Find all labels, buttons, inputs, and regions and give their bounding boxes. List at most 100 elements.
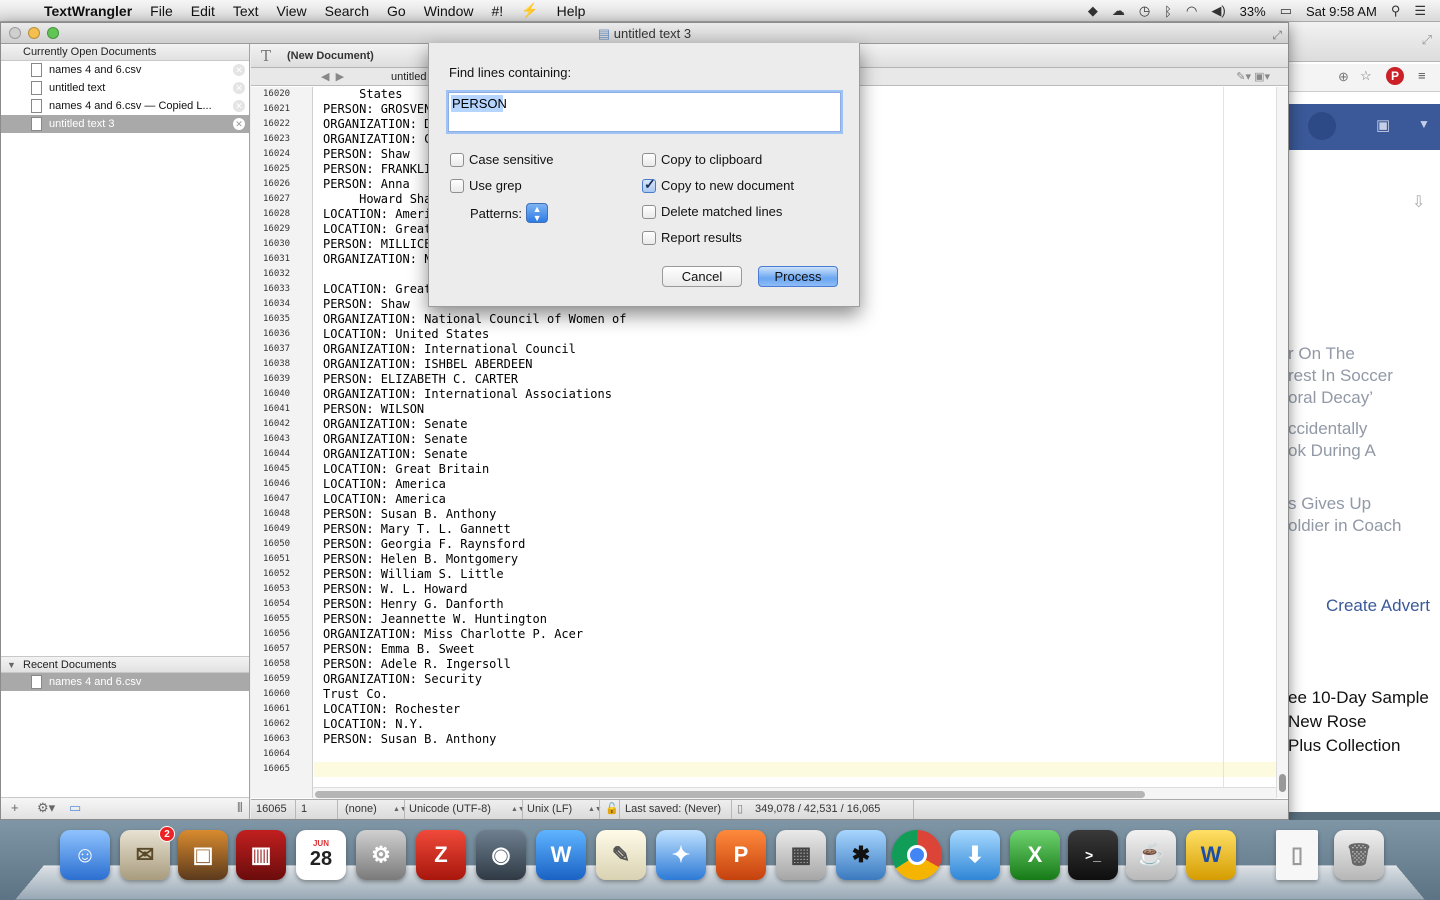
news-headline-2[interactable]: ccidentally ok During A [1288, 418, 1440, 462]
checkbox-box[interactable] [450, 178, 464, 193]
bookmark-star-icon[interactable]: ☆ [1360, 68, 1372, 84]
copy-to-new-document-checkbox[interactable]: Copy to new document [642, 176, 794, 193]
iphoto-icon[interactable]: ▣ [178, 830, 228, 880]
dropbox-icon[interactable]: ◆ [1088, 3, 1098, 19]
zotero-icon[interactable]: Z [416, 830, 466, 880]
terminal-icon[interactable]: >_ [1068, 830, 1118, 880]
word-icon[interactable]: W [536, 830, 586, 880]
time-machine-icon[interactable]: ◷ [1139, 3, 1150, 19]
menu-search[interactable]: Search [325, 3, 369, 19]
photo-booth-icon[interactable]: ▥ [236, 830, 286, 880]
use-grep-checkbox[interactable]: Use grep [450, 178, 522, 193]
fullscreen-icon[interactable]: ⤢ [1422, 32, 1432, 48]
checkbox-box[interactable] [450, 152, 464, 167]
line-endings-popup[interactable]: Unix (LF) [527, 800, 572, 819]
zoom-icon[interactable]: ⊕ [1338, 69, 1349, 85]
minimize-window-button[interactable] [28, 27, 40, 39]
sidebar-doc-copied-lines[interactable]: names 4 and 6.csv — Copied L... ✕ [1, 97, 249, 115]
checkbox-box[interactable] [642, 204, 656, 219]
news-headline-1[interactable]: r On The rest In Soccer oral Decay’ [1288, 343, 1440, 409]
spotlight-icon[interactable]: ⚲ [1391, 3, 1401, 19]
case-sensitive-checkbox[interactable]: Case sensitive [450, 152, 554, 167]
title-bar[interactable]: ▤ untitled text 3 ⤢ [1, 23, 1288, 44]
globe-icon[interactable] [1308, 112, 1336, 140]
cloud-icon[interactable]: ☁ [1112, 3, 1125, 19]
calendar-icon[interactable]: JUN 28 [296, 830, 346, 880]
checkbox-box[interactable] [642, 176, 656, 193]
script-icon[interactable]: ⚡ [521, 2, 538, 19]
report-results-checkbox[interactable]: Report results [642, 230, 742, 245]
search-field[interactable] [448, 92, 841, 132]
pinterest-icon[interactable]: P [1386, 67, 1404, 85]
popup-arrows-icon[interactable]: ▲ ▼ [526, 203, 549, 223]
facetime-icon[interactable]: ◉ [476, 830, 526, 880]
status-column[interactable]: 1 [301, 800, 307, 819]
process-button[interactable]: Process [758, 266, 838, 287]
close-doc-icon[interactable]: ✕ [233, 64, 245, 76]
calculator-icon[interactable]: ▦ [776, 830, 826, 880]
script-editor-icon[interactable]: ☕ [1126, 830, 1176, 880]
nav-arrows-icon[interactable]: ◀ ▶ [321, 68, 344, 86]
character-word-line-counts[interactable]: 349,078 / 42,531 / 16,065 [755, 800, 880, 819]
gear-icon[interactable]: ⚙▾ [37, 800, 55, 816]
sidebar-toggle-icon[interactable]: ▭ [69, 800, 81, 816]
privacy-icon[interactable]: ▣ [1376, 116, 1390, 134]
excel-icon[interactable]: X [1010, 830, 1060, 880]
powerpoint-icon[interactable]: P [716, 830, 766, 880]
zoom-window-button[interactable] [47, 27, 59, 39]
close-doc-icon[interactable]: ✕ [233, 100, 245, 112]
clock[interactable]: Sat 9:58 AM [1306, 4, 1377, 19]
horizontal-scrollbar[interactable] [313, 787, 1276, 799]
news-headline-3[interactable]: s Gives Up oldier in Coach [1288, 493, 1440, 537]
copy-to-clipboard-checkbox[interactable]: Copy to clipboard [642, 152, 762, 167]
textedit-icon[interactable]: ✎ [596, 830, 646, 880]
document-proxy-icon[interactable]: ▤ [598, 26, 610, 41]
document-info-icon[interactable]: ▯ [737, 800, 743, 819]
finder-icon[interactable]: ☺ [60, 830, 110, 880]
close-doc-icon[interactable]: ✕ [233, 82, 245, 94]
battery-icon[interactable]: ▭ [1280, 3, 1292, 19]
sidebar-doc-untitled-text[interactable]: untitled text ✕ [1, 79, 249, 97]
volume-icon[interactable]: ◀) [1211, 3, 1225, 19]
antconc-icon[interactable]: ✱ [836, 830, 886, 880]
checkbox-box[interactable] [642, 152, 656, 167]
textwrangler-dock-icon[interactable]: W [1186, 830, 1236, 880]
sidebar-doc-untitled-text-3[interactable]: untitled text 3 ✕ [1, 115, 249, 133]
downloads-icon[interactable]: ⬇ [950, 830, 1000, 880]
battery-percent[interactable]: 33% [1240, 4, 1266, 19]
search-input[interactable] [449, 93, 840, 114]
menu-help[interactable]: Help [557, 3, 586, 19]
notification-center-icon[interactable]: ☰ [1414, 3, 1426, 19]
scroll-thumb[interactable] [1279, 774, 1286, 792]
scroll-thumb[interactable] [315, 791, 1145, 798]
close-window-button[interactable] [9, 27, 21, 39]
mail-icon[interactable]: ✉ 2 [120, 826, 175, 880]
browser-menu-icon[interactable]: ≡ [1418, 68, 1426, 83]
delete-matched-lines-checkbox[interactable]: Delete matched lines [642, 204, 782, 219]
recent-documents-header[interactable]: ▼ Recent Documents [1, 656, 249, 673]
tab-tools-icon[interactable]: ✎▾ ▣▾ [1236, 68, 1270, 86]
document-stack-icon[interactable]: ▯ [1276, 830, 1318, 880]
sidebar-doc-names-4-and-6-csv[interactable]: names 4 and 6.csv ✕ [1, 61, 249, 79]
browser-address-bar[interactable]: ⊕ ☆ P ≡ [1288, 64, 1440, 92]
status-line-number[interactable]: 16065 [256, 800, 287, 819]
tab-untitled[interactable]: untitled [391, 68, 426, 86]
disclosure-triangle-icon[interactable]: ▼ [7, 657, 16, 674]
safari-icon[interactable]: ✦ [656, 830, 706, 880]
close-doc-icon[interactable]: ✕ [233, 118, 245, 130]
trash-icon[interactable]: 🗑 [1334, 830, 1384, 880]
add-icon[interactable]: + [11, 800, 19, 815]
menu-text[interactable]: Text [233, 3, 259, 19]
menu-edit[interactable]: Edit [191, 3, 215, 19]
vertical-scrollbar[interactable] [1276, 87, 1288, 798]
cancel-button[interactable]: Cancel [662, 266, 742, 287]
encoding-popup[interactable]: Unicode (UTF-8) [409, 800, 491, 819]
lock-icon[interactable]: 🔓 [605, 800, 619, 819]
recent-doc-names-4-and-6-csv[interactable]: names 4 and 6.csv [1, 673, 249, 691]
wifi-icon[interactable]: ◠ [1186, 3, 1197, 19]
patterns-popup[interactable]: Patterns: ▲ ▼ [470, 203, 549, 223]
bluetooth-icon[interactable]: ᛒ [1164, 4, 1172, 19]
download-icon[interactable]: ⇩ [1412, 192, 1425, 212]
nav-document-title[interactable]: (New Document) [287, 44, 374, 68]
checkbox-box[interactable] [642, 230, 656, 245]
